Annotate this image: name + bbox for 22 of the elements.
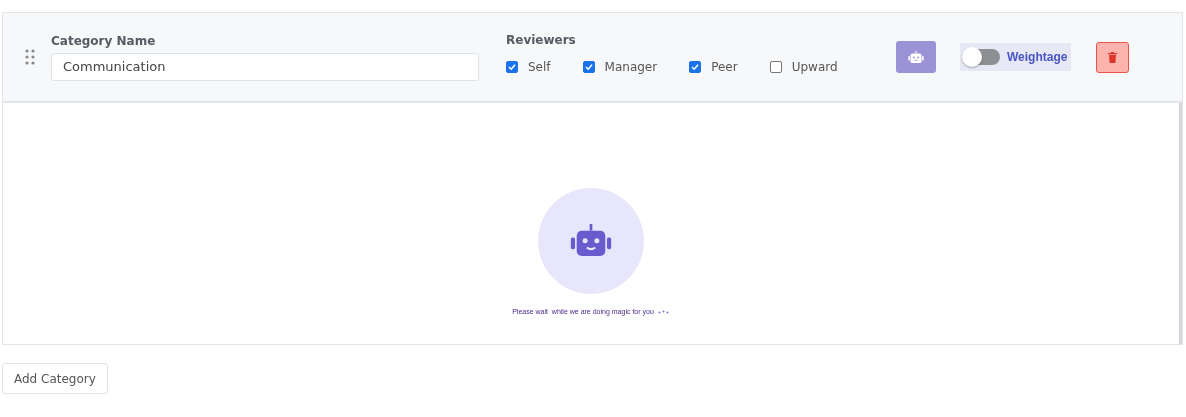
checkbox[interactable] [506, 60, 518, 73]
loading-dots-icon [657, 309, 670, 314]
checkbox-label: Upward [791, 59, 838, 74]
robot-icon [570, 224, 612, 258]
checkbox[interactable] [769, 60, 782, 73]
weightage-toggle[interactable]: Weightage [960, 43, 1072, 71]
field-label: Category Name [51, 33, 157, 48]
category-name-input[interactable]: Communication [51, 52, 479, 81]
add-category-button[interactable]: Add Category [2, 363, 108, 394]
drag-handle-icon[interactable] [25, 49, 35, 65]
checkbox-label: Self [528, 59, 551, 74]
checkbox-label: Peer [711, 59, 738, 74]
checkbox-label: Manager [604, 59, 658, 74]
checkbox[interactable] [582, 60, 595, 73]
toggle-switch[interactable] [964, 49, 1000, 65]
toggle-label: Weightage [1007, 50, 1068, 64]
field-label: Reviewers [506, 32, 577, 47]
delete-button[interactable] [1096, 41, 1130, 73]
robot-small-icon [908, 50, 924, 64]
checkbox[interactable] [689, 60, 702, 73]
trash-icon [1108, 51, 1118, 63]
ai-button[interactable] [896, 41, 936, 73]
